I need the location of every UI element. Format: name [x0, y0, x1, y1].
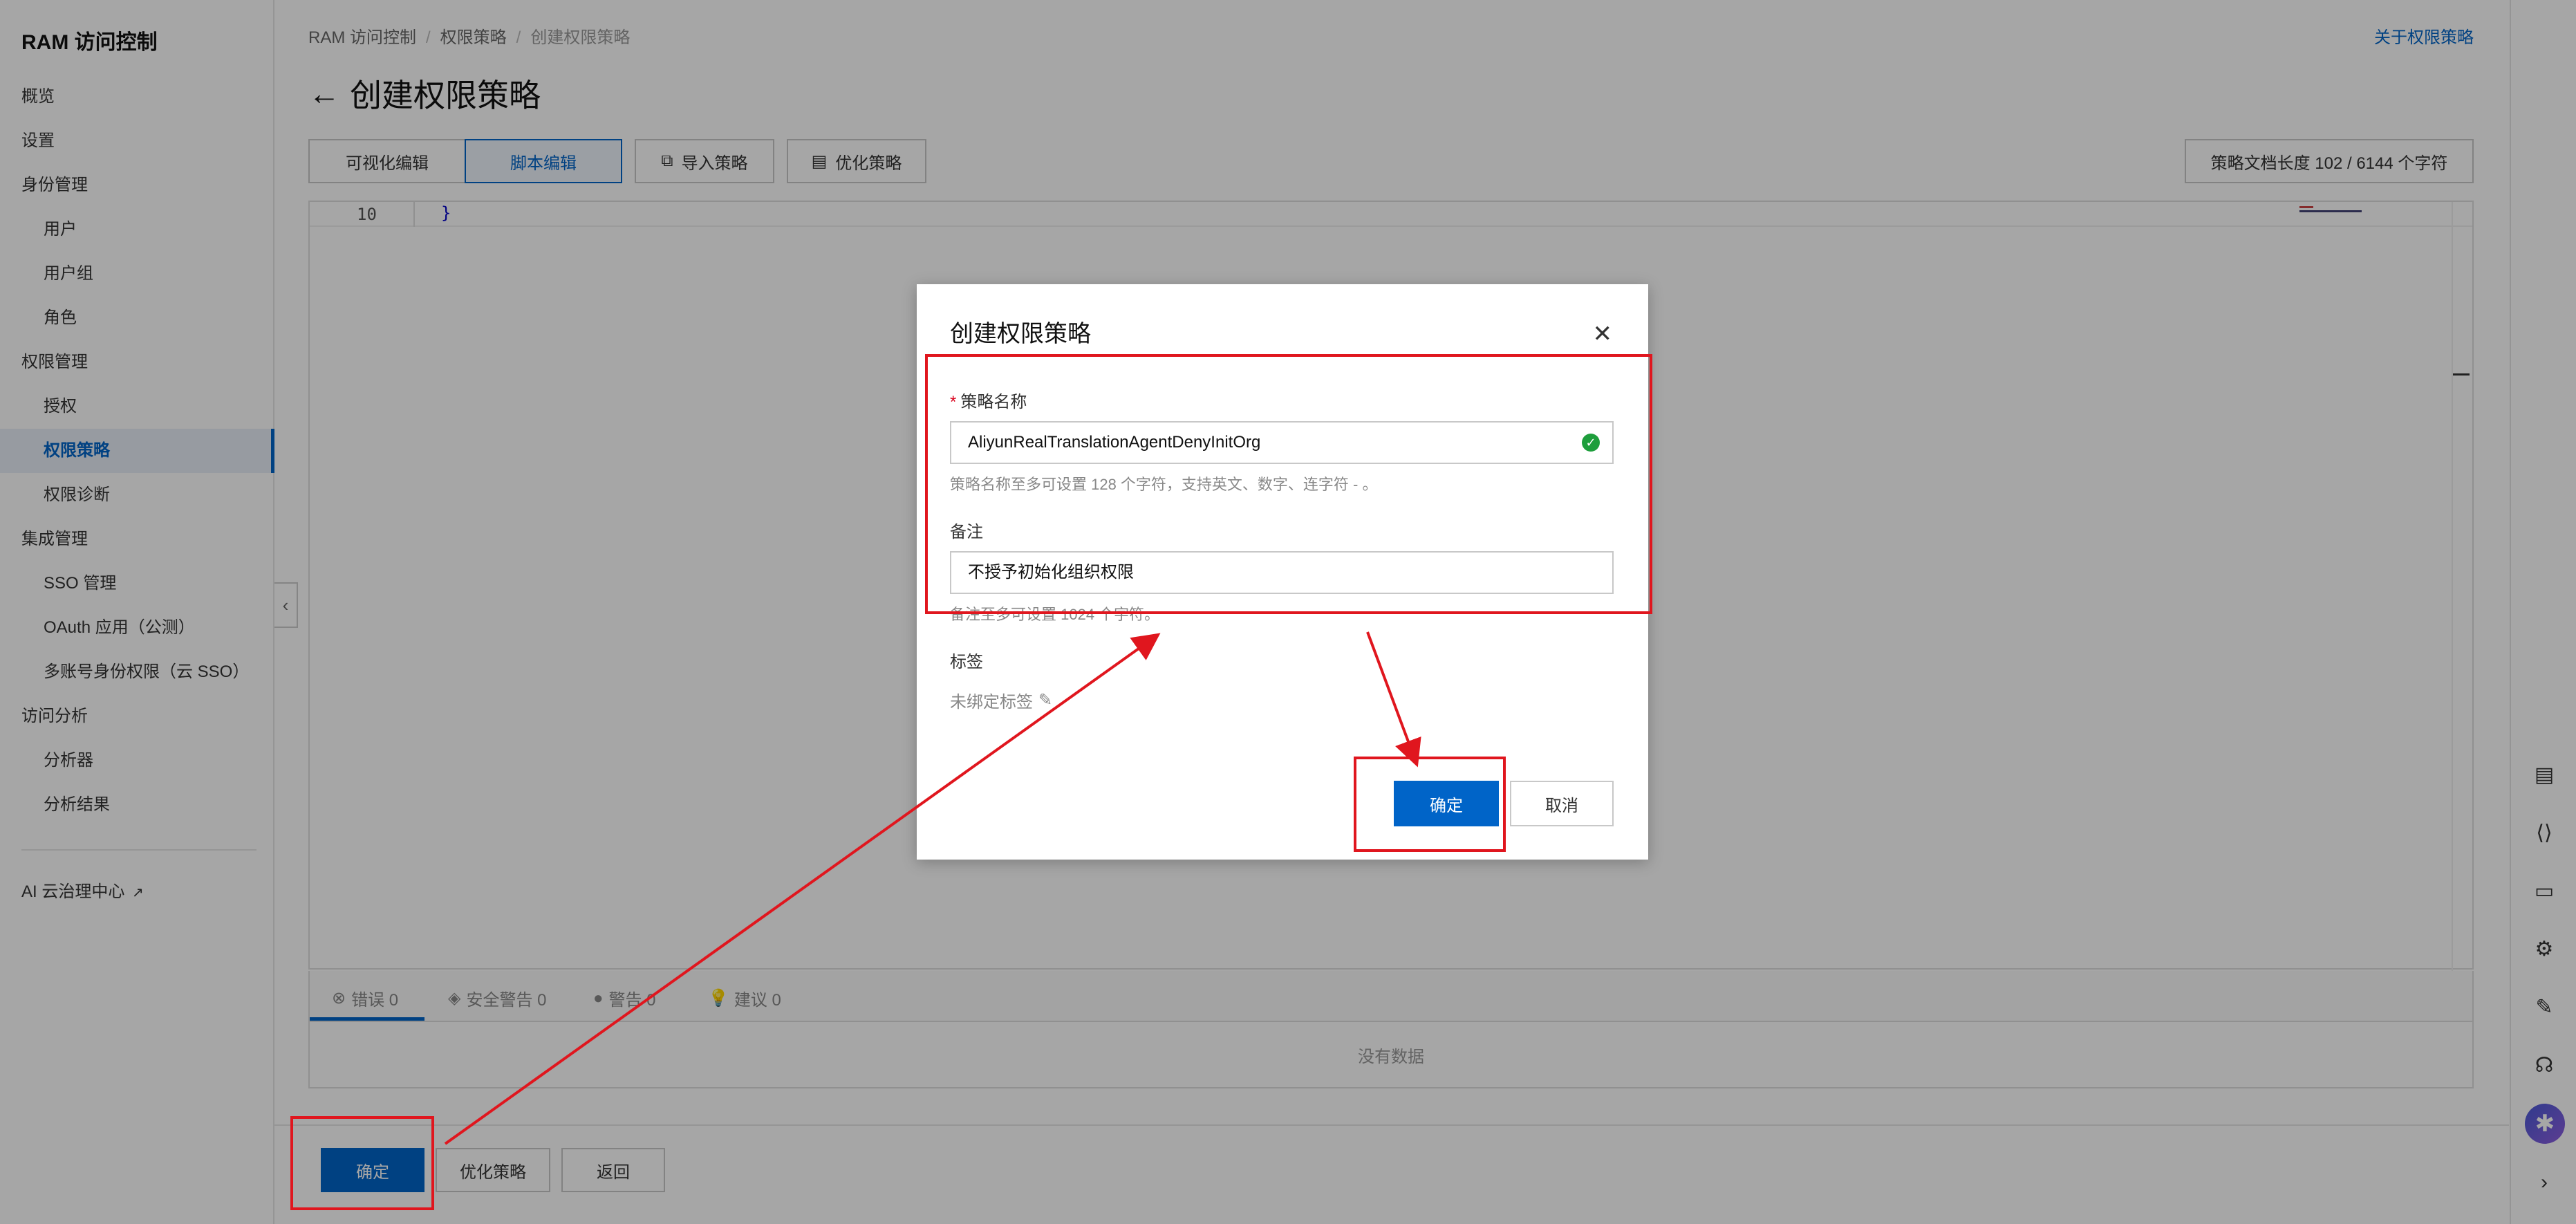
- tag-label: 标签: [950, 653, 983, 671]
- tag-empty[interactable]: 未绑定标签 ✎: [950, 688, 1052, 712]
- annotation-box-form: [925, 354, 1652, 614]
- dialog-title: 创建权限策略: [950, 321, 1091, 347]
- pencil-icon[interactable]: ✎: [1038, 690, 1052, 710]
- dialog-cancel-button[interactable]: 取消: [1510, 781, 1614, 826]
- tag-empty-text: 未绑定标签: [950, 693, 1033, 712]
- close-icon[interactable]: ✕: [1593, 320, 1613, 348]
- annotation-box-footer-confirm: [290, 1116, 434, 1210]
- annotation-box-dialog-confirm: [1354, 757, 1506, 852]
